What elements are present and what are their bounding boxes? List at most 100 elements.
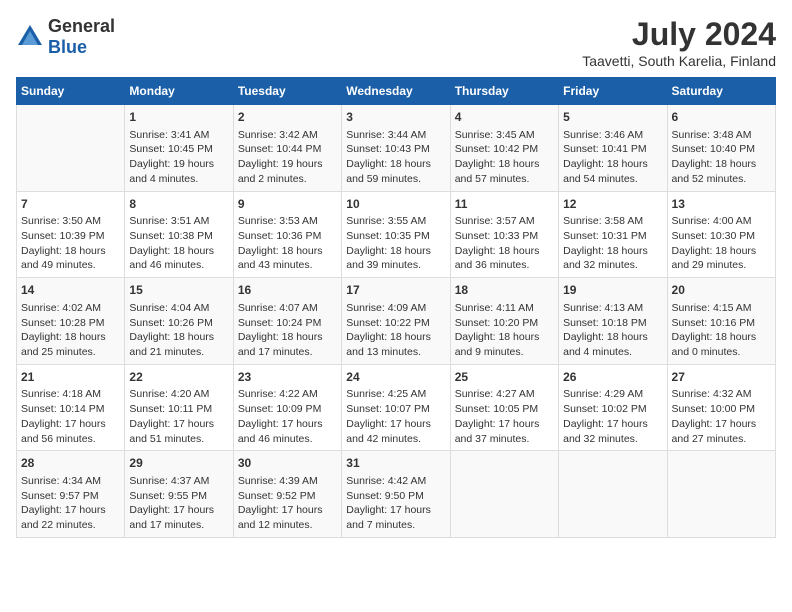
day-number: 24 xyxy=(346,369,445,386)
day-info-line: Sunrise: 3:58 AM xyxy=(563,214,662,229)
day-info-line: Sunrise: 3:55 AM xyxy=(346,214,445,229)
day-info-line: Sunrise: 3:41 AM xyxy=(129,128,228,143)
day-number: 27 xyxy=(672,369,771,386)
calendar-cell: 11Sunrise: 3:57 AMSunset: 10:33 PMDaylig… xyxy=(450,191,558,278)
day-number: 2 xyxy=(238,109,337,126)
day-info-line: and 7 minutes. xyxy=(346,518,445,533)
day-info-line: Sunrise: 4:25 AM xyxy=(346,387,445,402)
day-info-line: and 32 minutes. xyxy=(563,258,662,273)
day-number: 12 xyxy=(563,196,662,213)
header-monday: Monday xyxy=(125,78,233,105)
day-info-line: Daylight: 18 hours xyxy=(238,244,337,259)
day-info-line: Sunset: 10:24 PM xyxy=(238,316,337,331)
logo: General Blue xyxy=(16,16,115,58)
calendar-week-4: 21Sunrise: 4:18 AMSunset: 10:14 PMDaylig… xyxy=(17,364,776,451)
calendar-week-3: 14Sunrise: 4:02 AMSunset: 10:28 PMDaylig… xyxy=(17,278,776,365)
day-info-line: Sunrise: 4:11 AM xyxy=(455,301,554,316)
day-info-line: Daylight: 18 hours xyxy=(21,244,120,259)
day-info-line: Sunset: 10:40 PM xyxy=(672,142,771,157)
day-info-line: Sunrise: 3:50 AM xyxy=(21,214,120,229)
day-number: 21 xyxy=(21,369,120,386)
day-info-line: Sunrise: 4:22 AM xyxy=(238,387,337,402)
day-info-line: and 51 minutes. xyxy=(129,432,228,447)
day-info-line: and 4 minutes. xyxy=(129,172,228,187)
day-number: 15 xyxy=(129,282,228,299)
day-number: 8 xyxy=(129,196,228,213)
calendar-cell: 3Sunrise: 3:44 AMSunset: 10:43 PMDayligh… xyxy=(342,105,450,192)
day-info-line: Daylight: 17 hours xyxy=(672,417,771,432)
day-info-line: Daylight: 17 hours xyxy=(346,503,445,518)
generalblue-logo-icon xyxy=(16,23,44,51)
day-number: 1 xyxy=(129,109,228,126)
day-info-line: Sunset: 10:39 PM xyxy=(21,229,120,244)
day-info-line: and 52 minutes. xyxy=(672,172,771,187)
day-info-line: Sunset: 10:30 PM xyxy=(672,229,771,244)
day-info-line: and 39 minutes. xyxy=(346,258,445,273)
day-info-line: and 9 minutes. xyxy=(455,345,554,360)
calendar-cell xyxy=(17,105,125,192)
day-info-line: Sunrise: 3:45 AM xyxy=(455,128,554,143)
day-info-line: Daylight: 18 hours xyxy=(563,157,662,172)
calendar-cell: 28Sunrise: 4:34 AMSunset: 9:57 PMDayligh… xyxy=(17,451,125,538)
day-info-line: Sunset: 10:11 PM xyxy=(129,402,228,417)
day-info-line: and 46 minutes. xyxy=(238,432,337,447)
calendar-week-1: 1Sunrise: 3:41 AMSunset: 10:45 PMDayligh… xyxy=(17,105,776,192)
day-info-line: Sunrise: 3:53 AM xyxy=(238,214,337,229)
day-info-line: Sunrise: 3:46 AM xyxy=(563,128,662,143)
day-info-line: Sunset: 10:33 PM xyxy=(455,229,554,244)
day-info-line: Sunset: 10:44 PM xyxy=(238,142,337,157)
day-info-line: Daylight: 18 hours xyxy=(563,330,662,345)
day-info-line: Sunrise: 4:27 AM xyxy=(455,387,554,402)
header-saturday: Saturday xyxy=(667,78,775,105)
day-info-line: and 0 minutes. xyxy=(672,345,771,360)
day-info-line: and 42 minutes. xyxy=(346,432,445,447)
calendar-cell: 16Sunrise: 4:07 AMSunset: 10:24 PMDaylig… xyxy=(233,278,341,365)
day-number: 18 xyxy=(455,282,554,299)
calendar-cell xyxy=(559,451,667,538)
day-number: 19 xyxy=(563,282,662,299)
day-info-line: Sunset: 10:36 PM xyxy=(238,229,337,244)
day-info-line: Sunset: 10:09 PM xyxy=(238,402,337,417)
header-tuesday: Tuesday xyxy=(233,78,341,105)
calendar-cell: 26Sunrise: 4:29 AMSunset: 10:02 PMDaylig… xyxy=(559,364,667,451)
day-info-line: Sunset: 9:57 PM xyxy=(21,489,120,504)
day-info-line: Sunset: 10:41 PM xyxy=(563,142,662,157)
calendar-cell: 29Sunrise: 4:37 AMSunset: 9:55 PMDayligh… xyxy=(125,451,233,538)
day-number: 13 xyxy=(672,196,771,213)
calendar-cell: 1Sunrise: 3:41 AMSunset: 10:45 PMDayligh… xyxy=(125,105,233,192)
calendar-cell: 23Sunrise: 4:22 AMSunset: 10:09 PMDaylig… xyxy=(233,364,341,451)
calendar-cell: 4Sunrise: 3:45 AMSunset: 10:42 PMDayligh… xyxy=(450,105,558,192)
day-number: 31 xyxy=(346,455,445,472)
day-info-line: Sunset: 10:35 PM xyxy=(346,229,445,244)
day-info-line: Sunset: 10:05 PM xyxy=(455,402,554,417)
header-row: Sunday Monday Tuesday Wednesday Thursday… xyxy=(17,78,776,105)
day-number: 3 xyxy=(346,109,445,126)
day-info-line: Daylight: 19 hours xyxy=(238,157,337,172)
day-info-line: and 59 minutes. xyxy=(346,172,445,187)
calendar-cell: 21Sunrise: 4:18 AMSunset: 10:14 PMDaylig… xyxy=(17,364,125,451)
calendar-cell: 22Sunrise: 4:20 AMSunset: 10:11 PMDaylig… xyxy=(125,364,233,451)
day-number: 30 xyxy=(238,455,337,472)
day-info-line: Daylight: 17 hours xyxy=(238,417,337,432)
calendar-cell: 15Sunrise: 4:04 AMSunset: 10:26 PMDaylig… xyxy=(125,278,233,365)
day-info-line: and 13 minutes. xyxy=(346,345,445,360)
calendar-week-2: 7Sunrise: 3:50 AMSunset: 10:39 PMDayligh… xyxy=(17,191,776,278)
calendar-cell: 25Sunrise: 4:27 AMSunset: 10:05 PMDaylig… xyxy=(450,364,558,451)
header-wednesday: Wednesday xyxy=(342,78,450,105)
calendar-cell: 8Sunrise: 3:51 AMSunset: 10:38 PMDayligh… xyxy=(125,191,233,278)
day-info-line: and 25 minutes. xyxy=(21,345,120,360)
header-thursday: Thursday xyxy=(450,78,558,105)
day-info-line: Sunset: 10:20 PM xyxy=(455,316,554,331)
day-info-line: Sunrise: 4:15 AM xyxy=(672,301,771,316)
calendar-cell xyxy=(450,451,558,538)
day-number: 29 xyxy=(129,455,228,472)
day-info-line: Daylight: 18 hours xyxy=(455,244,554,259)
day-number: 5 xyxy=(563,109,662,126)
day-info-line: and 37 minutes. xyxy=(455,432,554,447)
day-info-line: Sunset: 10:28 PM xyxy=(21,316,120,331)
day-info-line: and 17 minutes. xyxy=(238,345,337,360)
day-info-line: Sunrise: 3:48 AM xyxy=(672,128,771,143)
day-number: 22 xyxy=(129,369,228,386)
header-sunday: Sunday xyxy=(17,78,125,105)
day-info-line: Daylight: 17 hours xyxy=(21,417,120,432)
